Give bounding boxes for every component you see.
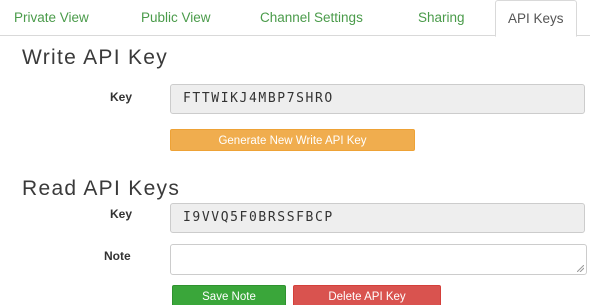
tab-public-view[interactable]: Public View: [141, 0, 211, 36]
resize-grip-icon[interactable]: [577, 265, 584, 272]
write-api-key-heading: Write API Key: [22, 46, 169, 69]
generate-write-key-button[interactable]: Generate New Write API Key: [170, 129, 415, 151]
note-textarea[interactable]: [170, 244, 587, 275]
save-note-button[interactable]: Save Note: [172, 285, 286, 305]
tab-sharing[interactable]: Sharing: [418, 0, 465, 36]
read-key-label: Key: [110, 207, 133, 221]
read-api-key-field[interactable]: I9VVQ5F0BRSSFBCP: [170, 203, 585, 233]
tab-private-view[interactable]: Private View: [14, 0, 89, 36]
read-api-keys-heading: Read API Keys: [22, 177, 181, 200]
write-api-key-field[interactable]: FTTWIKJ4MBP7SHRO: [170, 84, 585, 114]
tab-channel-settings[interactable]: Channel Settings: [260, 0, 363, 36]
note-label: Note: [104, 249, 131, 263]
delete-api-key-button[interactable]: Delete API Key: [293, 285, 441, 305]
api-keys-page: Private View Public View Channel Setting…: [0, 0, 590, 305]
write-key-label: Key: [110, 90, 133, 104]
tab-api-keys[interactable]: API Keys: [495, 0, 577, 37]
channel-tabs: Private View Public View Channel Setting…: [0, 0, 590, 37]
